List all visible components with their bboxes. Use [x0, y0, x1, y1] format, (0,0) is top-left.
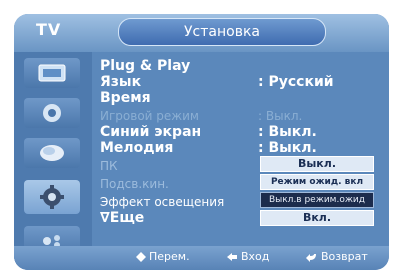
menu-item-label: ПК	[100, 159, 118, 173]
menu-item-light-effect[interactable]: Эффект освещения	[100, 194, 224, 210]
return-hint: Возврат	[306, 250, 368, 263]
menu-header: TV Установка	[14, 14, 389, 52]
menu-item-more[interactable]: ∇Еще	[100, 210, 144, 226]
setup-menu-list: Plug & Play Язык : Русский Время Игровой …	[92, 52, 389, 246]
source-label: TV	[36, 20, 62, 39]
enter-hint: Вход	[226, 250, 269, 263]
move-diamond-icon	[136, 252, 146, 262]
dropdown-option[interactable]: Вкл.	[260, 210, 374, 226]
enter-icon	[227, 253, 237, 261]
help-bar: Перем. Вход Возврат	[14, 246, 389, 270]
menu-item-plug-and-play[interactable]: Plug & Play	[100, 58, 190, 74]
tv-screen: TV Установка Plug & Play Язык: Русский …	[0, 0, 403, 278]
sidebar-item-sound[interactable]	[24, 98, 80, 128]
enter-hint-label: Вход	[241, 250, 270, 263]
return-icon	[306, 254, 316, 262]
move-hint: Перем.	[136, 250, 190, 263]
menu-item-language[interactable]: Язык : Русский	[100, 74, 334, 90]
sidebar-item-picture[interactable]	[24, 58, 80, 88]
dropdown-option[interactable]: Режим ожид. вкл	[260, 174, 374, 190]
menu-item-label: Эффект освещения	[100, 195, 225, 209]
dropdown-option[interactable]: Выкл.	[260, 156, 374, 172]
menu-item-value: : Выкл.	[258, 140, 317, 156]
menu-item-home-theater: Подсв.кин.	[100, 176, 169, 192]
menu-item-label: Мелодия	[100, 140, 174, 156]
osd-menu-panel: TV Установка Plug & Play Язык: Русский …	[14, 14, 389, 270]
dropdown-option-selected[interactable]: Выкл.в режим.ожид	[260, 192, 374, 208]
menu-item-label: Синий экран	[100, 124, 202, 140]
category-sidebar	[14, 52, 92, 270]
menu-item-label: Язык	[100, 74, 142, 90]
menu-item-time[interactable]: Время	[100, 90, 151, 106]
menu-item-label: Подсв.кин.	[100, 177, 169, 191]
channel-icon	[40, 145, 64, 161]
menu-item-label: Plug & Play	[100, 58, 191, 74]
setup-gear-icon	[40, 185, 64, 209]
menu-item-label: Время	[100, 90, 151, 106]
menu-item-label: Игровой режим	[100, 109, 199, 123]
menu-title: Установка	[118, 18, 326, 46]
menu-item-game-mode: Игровой режим : Выкл.	[100, 108, 302, 124]
sidebar-item-setup[interactable]	[24, 180, 80, 214]
menu-item-melody[interactable]: Мелодия : Выкл.	[100, 140, 317, 156]
menu-item-value: : Выкл.	[258, 109, 303, 123]
menu-item-pc: ПК	[100, 158, 118, 174]
sound-icon	[43, 104, 61, 122]
menu-item-blue-screen[interactable]: Синий экран : Выкл.	[100, 124, 317, 140]
move-hint-label: Перем.	[149, 250, 190, 263]
return-hint-label: Возврат	[321, 250, 368, 263]
sidebar-item-channel[interactable]	[24, 138, 80, 168]
menu-item-value: : Выкл.	[258, 124, 317, 140]
menu-item-value: : Русский	[258, 74, 334, 90]
picture-icon	[38, 64, 66, 82]
menu-item-label: ∇Еще	[100, 210, 145, 226]
